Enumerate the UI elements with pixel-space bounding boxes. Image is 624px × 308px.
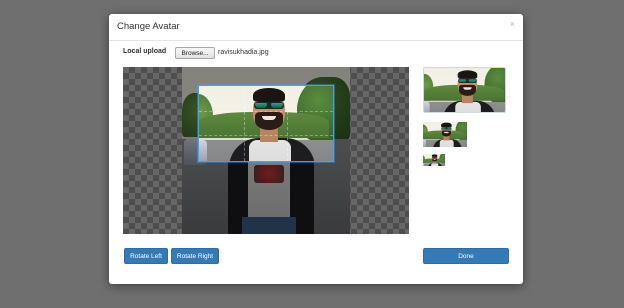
done-button[interactable]: Done [423, 248, 509, 264]
rotate-right-button[interactable]: Rotate Right [171, 248, 219, 264]
modal-title: Change Avatar [117, 21, 180, 32]
rotate-left-button[interactable]: Rotate Left [124, 248, 168, 264]
browse-button[interactable]: Browse... [175, 47, 215, 59]
avatar-preview-medium [423, 122, 467, 147]
crop-selection-box[interactable] [198, 85, 334, 162]
selected-file-name: ravisukhadia.jpg [218, 49, 269, 56]
modal-header: Change Avatar × [109, 14, 523, 41]
close-icon[interactable]: × [510, 20, 515, 29]
local-upload-label: Local upload [123, 48, 167, 55]
change-avatar-modal: Change Avatar × Local upload Browse... r… [109, 14, 523, 284]
crop-canvas[interactable] [123, 67, 409, 234]
avatar-preview-small [423, 154, 445, 166]
avatar-preview-large [423, 67, 506, 113]
